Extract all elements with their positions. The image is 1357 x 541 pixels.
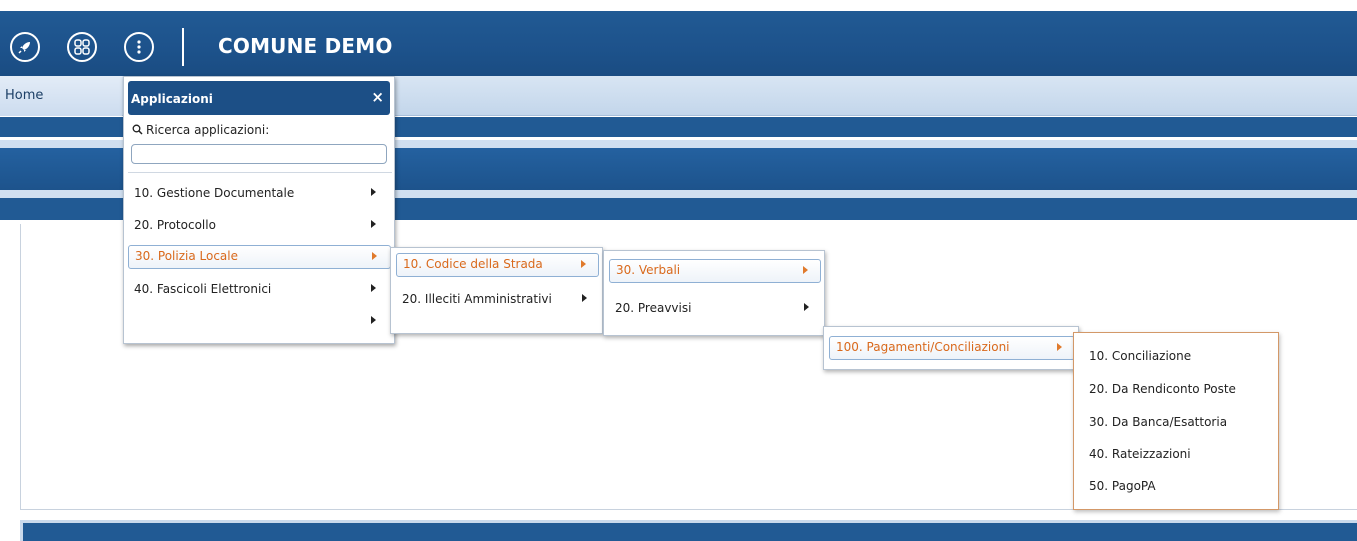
app-title: COMUNE DEMO: [218, 34, 393, 58]
menu-item-conciliazione[interactable]: 10. Conciliazione: [1089, 349, 1191, 363]
menu-item-codice-della-strada[interactable]: 10. Codice della Strada: [396, 253, 599, 277]
menu-item-empty[interactable]: [128, 310, 390, 332]
submenu-verbali: 100. Pagamenti/Conciliazioni: [823, 326, 1079, 370]
menu-item-da-rendiconto-poste[interactable]: 20. Da Rendiconto Poste: [1089, 382, 1236, 396]
menu-item-label: 20. Protocollo: [134, 218, 216, 232]
search-icon: [132, 124, 143, 138]
applications-menu: Applicazioni × Ricerca applicazioni: 10.…: [123, 76, 395, 344]
menu-item-label: 20. Preavvisi: [615, 301, 692, 315]
top-header: COMUNE DEMO: [0, 11, 1357, 76]
applications-menu-title: Applicazioni: [131, 92, 213, 106]
menu-item-label: 10. Gestione Documentale: [134, 186, 295, 200]
tab-home[interactable]: Home: [0, 76, 122, 116]
menu-item-label: 30. Verbali: [616, 263, 681, 277]
chevron-right-icon: [1057, 343, 1062, 351]
chevron-right-icon: [371, 188, 376, 196]
header-separator: [182, 28, 184, 66]
rocket-icon[interactable]: [10, 32, 40, 62]
chevron-right-icon: [581, 260, 586, 268]
apps-grid-icon[interactable]: [67, 32, 97, 62]
menu-item-pagopa[interactable]: 50. PagoPA: [1089, 479, 1156, 493]
menu-item-illeciti-amministrativi[interactable]: 20. Illeciti Amministrativi: [396, 288, 599, 310]
close-icon[interactable]: ×: [371, 88, 384, 106]
footer-bar: [20, 520, 1357, 541]
menu-item-label: 30. Polizia Locale: [135, 249, 239, 263]
menu-item-label: 100. Pagamenti/Conciliazioni: [836, 340, 1010, 354]
chevron-right-icon: [582, 294, 587, 302]
menu-item-preavvisi[interactable]: 20. Preavvisi: [609, 297, 821, 319]
applications-menu-header: Applicazioni ×: [128, 81, 390, 115]
chevron-right-icon: [372, 252, 377, 260]
search-input[interactable]: [131, 144, 387, 164]
submenu-pagamenti-conciliazioni: 10. Conciliazione 20. Da Rendiconto Post…: [1073, 332, 1279, 510]
chevron-right-icon: [371, 220, 376, 228]
menu-item-label: 20. Illeciti Amministrativi: [402, 292, 552, 306]
menu-item-da-banca-esattoria[interactable]: 30. Da Banca/Esattoria: [1089, 415, 1227, 429]
menu-item-fascicoli-elettronici[interactable]: 40. Fascicoli Elettronici: [128, 278, 390, 300]
menu-item-label: 10. Codice della Strada: [403, 257, 543, 271]
search-label-text: Ricerca applicazioni:: [146, 123, 270, 137]
chevron-right-icon: [371, 284, 376, 292]
menu-item-gestione-documentale[interactable]: 10. Gestione Documentale: [128, 182, 390, 204]
menu-item-pagamenti-conciliazioni[interactable]: 100. Pagamenti/Conciliazioni: [829, 336, 1075, 360]
divider: [128, 172, 392, 173]
app-window: { "header": { "title": "COMUNE DEMO", "i…: [0, 0, 1357, 541]
menu-item-rateizzazioni[interactable]: 40. Rateizzazioni: [1089, 447, 1191, 461]
menu-item-polizia-locale[interactable]: 30. Polizia Locale: [128, 245, 391, 269]
chevron-right-icon: [804, 303, 809, 311]
more-vertical-icon[interactable]: [124, 32, 154, 62]
menu-item-protocollo[interactable]: 20. Protocollo: [128, 214, 390, 236]
menu-item-verbali[interactable]: 30. Verbali: [609, 259, 821, 283]
submenu-polizia-locale: 10. Codice della Strada 20. Illeciti Amm…: [390, 247, 603, 334]
menu-item-label: 40. Fascicoli Elettronici: [134, 282, 272, 296]
submenu-codice-della-strada: 30. Verbali 20. Preavvisi: [603, 250, 825, 336]
chevron-right-icon: [371, 316, 376, 324]
chevron-right-icon: [803, 266, 808, 274]
search-label: Ricerca applicazioni:: [132, 123, 269, 138]
